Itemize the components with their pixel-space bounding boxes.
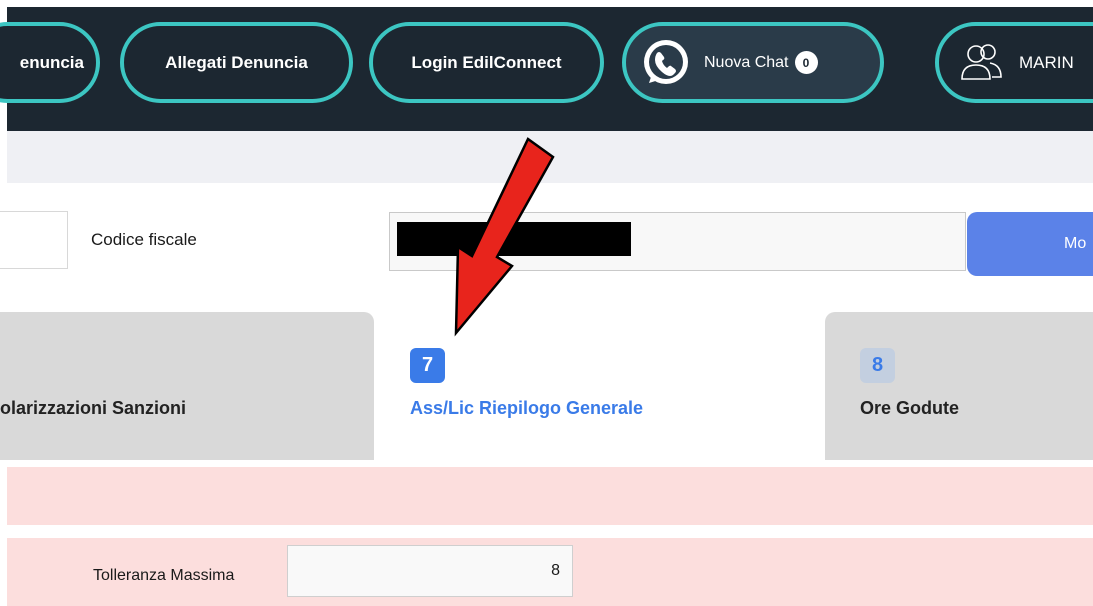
tolleranza-massima-label: Tolleranza Massima: [93, 567, 235, 584]
tab-ass-lic-riepilogo-generale[interactable]: 7 Ass/Lic Riepilogo Generale: [375, 312, 825, 460]
top-nav-bar: enuncia Allegati Denuncia Login EdilConn…: [0, 7, 1093, 131]
mostra-button-label: Mo: [1064, 235, 1087, 252]
login-edilconnect-label: Login EdilConnect: [411, 52, 562, 72]
chat-count-badge: 0: [794, 51, 818, 74]
codice-fiscale-label: Codice fiscale: [91, 230, 197, 249]
tab-ore-godute[interactable]: 8 Ore Godute: [825, 312, 1093, 460]
tolleranza-massima-input[interactable]: [287, 545, 573, 597]
codice-fiscale-input[interactable]: [389, 212, 966, 271]
alert-panel: [7, 467, 1093, 525]
nuova-chat-button[interactable]: Nuova Chat 0: [622, 22, 884, 103]
login-edilconnect-button[interactable]: Login EdilConnect: [369, 22, 604, 103]
tab-label: olarizzazioni Sanzioni: [0, 398, 187, 418]
tab-number-badge: 7: [410, 348, 445, 383]
tab-regolarizzazioni-sanzioni[interactable]: olarizzazioni Sanzioni: [0, 312, 374, 460]
tab-label: Ore Godute: [860, 398, 960, 418]
redacted-value: [397, 222, 631, 256]
toolbar-strip: [7, 131, 1093, 183]
tab-label: Ass/Lic Riepilogo Generale: [410, 398, 644, 418]
previous-field-input[interactable]: [0, 211, 68, 269]
mostra-button[interactable]: Mo: [967, 212, 1093, 276]
nuova-chat-label: Nuova Chat: [704, 53, 789, 71]
allegati-denuncia-button[interactable]: Allegati Denuncia: [120, 22, 353, 103]
user-name-label: MARIN: [1019, 52, 1074, 72]
denuncia-button-label: enuncia: [19, 52, 84, 72]
denuncia-button[interactable]: enuncia: [0, 22, 100, 103]
allegati-denuncia-label: Allegati Denuncia: [165, 52, 308, 72]
tab-number-badge: 8: [860, 348, 895, 383]
user-group-icon: [961, 43, 1002, 80]
user-menu-button[interactable]: MARIN: [935, 22, 1093, 103]
whatsapp-icon: [644, 39, 688, 84]
